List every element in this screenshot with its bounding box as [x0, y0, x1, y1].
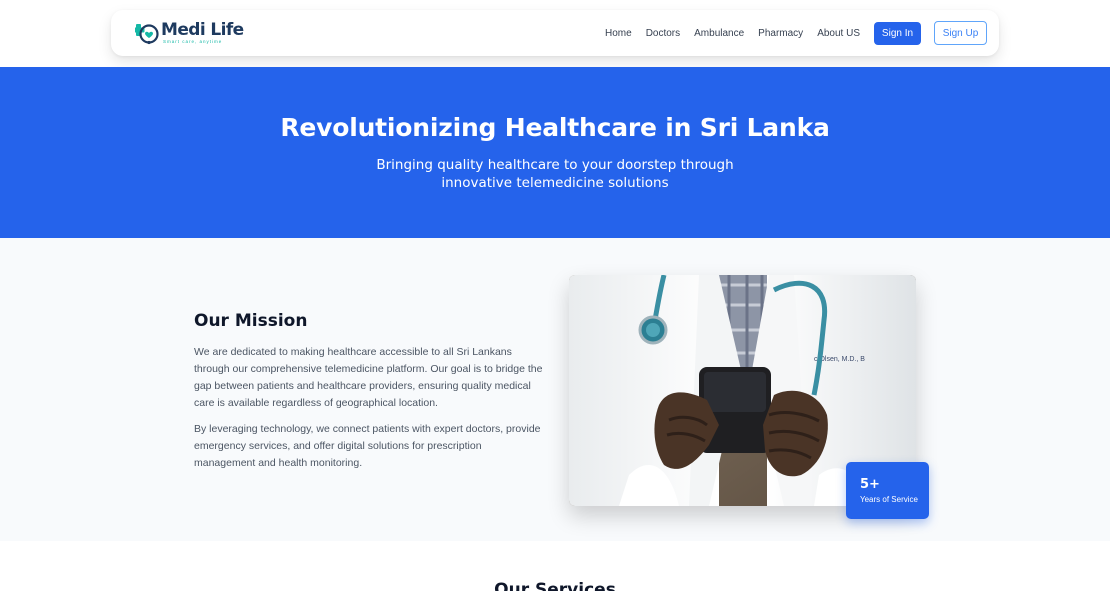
nav-link-doctors[interactable]: Doctors [646, 28, 680, 39]
badge-label: Years of Service [860, 495, 918, 504]
mission-paragraph-1: We are dedicated to making healthcare ac… [194, 346, 543, 409]
hero-title: Revolutionizing Healthcare in Sri Lanka [280, 113, 830, 142]
brand-name-part1: Medi [161, 19, 206, 40]
mission-paragraph-2: By leveraging technology, we connect pat… [194, 423, 541, 469]
brand-name-part2: Life [210, 19, 244, 40]
services-title: Our Services [494, 580, 616, 591]
nav-link-home[interactable]: Home [605, 28, 632, 39]
services-section: Our Services [0, 541, 1110, 591]
nav-link-ambulance[interactable]: Ambulance [694, 28, 744, 39]
navbar: Medi Life Smart care, anytime Home Docto… [111, 10, 999, 56]
hero-subtitle: Bringing quality healthcare to your door… [376, 157, 734, 191]
brand-name: Medi Life [161, 19, 244, 40]
mission-section: Our Mission We are dedicated to making h… [0, 238, 1110, 541]
sign-in-button[interactable]: Sign In [874, 21, 921, 45]
nav-link-pharmacy[interactable]: Pharmacy [758, 28, 803, 39]
sign-up-button[interactable]: Sign Up [934, 21, 987, 45]
mission-title: Our Mission [194, 311, 308, 331]
brand-tagline: Smart care, anytime [163, 38, 223, 44]
badge-value: 5+ [860, 477, 880, 492]
medical-cross-heart-icon [132, 21, 159, 45]
hero-section: Revolutionizing Healthcare in Sri Lanka … [0, 67, 1110, 238]
years-of-service-badge: 5+ Years of Service [846, 462, 929, 519]
nav-link-about-us[interactable]: About US [817, 28, 860, 39]
nav-links: Home Doctors Ambulance Pharmacy About US… [605, 21, 987, 45]
brand-logo[interactable]: Medi Life Smart care, anytime [132, 19, 244, 46]
